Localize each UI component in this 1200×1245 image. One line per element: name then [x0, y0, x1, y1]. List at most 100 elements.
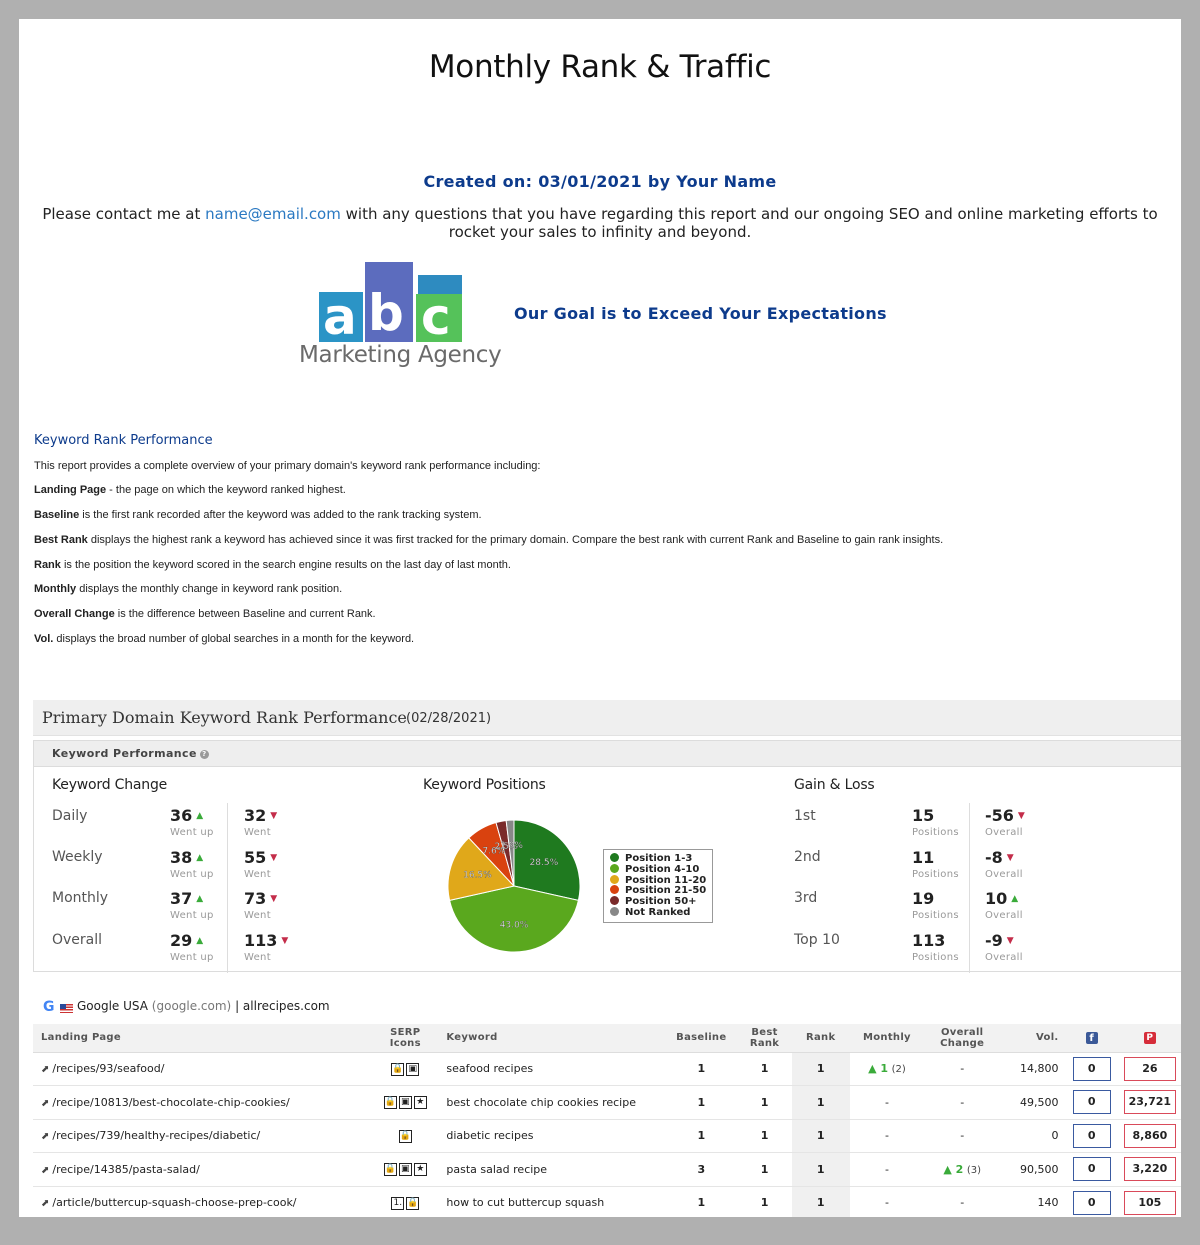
col-keyword[interactable]: Keyword [436, 1024, 666, 1053]
pinterest-count[interactable]: 3,220 [1123, 1157, 1176, 1182]
col-monthly[interactable]: Monthly [849, 1024, 925, 1053]
facebook-cell: 0 [1064, 1186, 1119, 1217]
def-term: Baseline [34, 509, 80, 521]
report-page: Monthly Rank & Traffic Created on: 03/01… [19, 19, 1181, 1217]
col-baseline[interactable]: Baseline [665, 1024, 738, 1053]
legend-item: Not Ranked [610, 906, 706, 918]
volume-cell: 0 [1000, 1119, 1065, 1153]
serp-feature-icon: ▣ [398, 1096, 412, 1109]
landing-page-cell[interactable]: ⬈/recipes/739/healthy-recipes/diabetic/ [33, 1119, 375, 1153]
external-link-icon[interactable]: ⬈ [41, 1098, 49, 1109]
pinterest-count[interactable]: 105 [1123, 1190, 1176, 1215]
stat-sub: Went [244, 827, 271, 838]
stat-value: 73 [244, 889, 267, 908]
stat-sub: Went [244, 910, 271, 921]
landing-page-link[interactable]: /recipe/10813/best-chocolate-chip-cookie… [52, 1096, 289, 1109]
overall-value: - [960, 1095, 965, 1109]
col-best-rank[interactable]: Best Rank [737, 1024, 792, 1053]
baseline-cell: 1 [665, 1186, 738, 1217]
monthly-value: - [884, 1162, 889, 1176]
pinterest-count[interactable]: 23,721 [1123, 1090, 1176, 1115]
table-row: ⬈/recipes/739/healthy-recipes/diabetic/ 🔒… [33, 1119, 1181, 1153]
kc-weekly-up: 38 ▲ Went up [170, 848, 214, 880]
logo-letter-a: a [323, 288, 357, 346]
contact-email-link[interactable]: name@email.com [205, 205, 341, 223]
divider [969, 803, 970, 973]
logo-letter-b: b [368, 284, 404, 342]
external-link-icon[interactable]: ⬈ [41, 1131, 49, 1142]
keyword-cell: how to cut buttercup squash [436, 1186, 666, 1217]
landing-page-link[interactable]: /recipe/14385/pasta-salad/ [52, 1163, 199, 1176]
overall-value: - [960, 1196, 965, 1210]
arrow-up-icon: ▲ [196, 936, 204, 946]
landing-page-cell[interactable]: ⬈/recipe/10813/best-chocolate-chip-cooki… [33, 1085, 375, 1120]
legend-dot [610, 853, 619, 862]
legend-label: Position 4-10 [625, 863, 700, 875]
col-rank[interactable]: Rank [791, 1024, 850, 1053]
def-text: displays the highest rank a keyword has … [87, 534, 944, 546]
engine-label: Google USA (google.com) | allrecipes.com [77, 999, 330, 1013]
def-vol: Vol. displays the broad number of global… [34, 633, 414, 645]
def-term: Vol. [34, 633, 54, 645]
legend-dot [610, 863, 619, 873]
facebook-count[interactable]: 0 [1072, 1190, 1111, 1215]
info-icon[interactable]: ? [199, 750, 209, 759]
serp-feature-icon: 🔒 [383, 1096, 397, 1109]
pinterest-count[interactable]: 8,860 [1123, 1123, 1176, 1148]
col-label: SERP [390, 1026, 421, 1038]
overall-change-cell: - [924, 1186, 1001, 1217]
legend-label: Position 21-50 [625, 885, 707, 897]
landing-page-link[interactable]: /article/buttercup-squash-choose-prep-co… [52, 1196, 296, 1209]
col-pinterest[interactable]: P [1118, 1024, 1181, 1053]
arrow-down-icon: ▼ [1017, 811, 1025, 821]
landing-page-cell[interactable]: ⬈/recipes/93/seafood/ [33, 1052, 375, 1086]
facebook-cell: 0 [1064, 1085, 1119, 1120]
baseline-cell: 1 [665, 1052, 738, 1086]
volume-cell: 140 [1000, 1186, 1065, 1217]
arrow-down-icon: ▼ [1006, 853, 1014, 863]
landing-page-link[interactable]: /recipes/93/seafood/ [52, 1062, 164, 1075]
def-term: Rank [34, 559, 61, 571]
gl-3rd-overall: 10 ▲ Overall [985, 889, 1023, 921]
facebook-count[interactable]: 0 [1072, 1123, 1111, 1148]
def-rank: Rank is the position the keyword scored … [34, 559, 511, 571]
arrow-up-icon: ▲ [196, 853, 204, 863]
table-row: ⬈/article/buttercup-squash-choose-prep-c… [33, 1186, 1181, 1217]
landing-page-cell[interactable]: ⬈/article/buttercup-squash-choose-prep-c… [33, 1186, 375, 1217]
external-link-icon[interactable]: ⬈ [41, 1064, 49, 1075]
landing-page-link[interactable]: /recipes/739/healthy-recipes/diabetic/ [52, 1129, 260, 1142]
pinterest-count[interactable]: 26 [1123, 1056, 1176, 1081]
divider [227, 803, 228, 973]
volume-cell: 14,800 [1000, 1052, 1065, 1086]
kc-label-daily: Daily [52, 808, 88, 824]
col-vol[interactable]: Vol. [1000, 1024, 1065, 1053]
external-link-icon[interactable]: ⬈ [41, 1198, 49, 1209]
col-facebook[interactable]: f [1064, 1024, 1119, 1053]
overall-context: (3) [966, 1164, 981, 1176]
facebook-cell: 0 [1064, 1152, 1119, 1187]
keyword-performance-box: Keyword Performance? Keyword Change Dail… [33, 740, 1181, 973]
external-link-icon[interactable]: ⬈ [41, 1165, 49, 1176]
facebook-count[interactable]: 0 [1072, 1157, 1111, 1182]
landing-page-cell[interactable]: ⬈/recipe/14385/pasta-salad/ [33, 1152, 375, 1187]
best-rank-cell: 1 [737, 1052, 792, 1086]
table-row: ⬈/recipe/10813/best-chocolate-chip-cooki… [33, 1085, 1181, 1120]
gl-label-2nd: 2nd [794, 849, 821, 865]
def-text: is the position the keyword scored in th… [60, 559, 511, 571]
col-landing-page[interactable]: Landing Page [33, 1024, 375, 1053]
col-serp-icons[interactable]: SERP Icons [374, 1024, 437, 1053]
kc-weekly-down: 55 ▼ Went [244, 848, 277, 880]
facebook-count[interactable]: 0 [1072, 1090, 1111, 1115]
stat-sub: Overall [985, 869, 1023, 880]
kc-label-weekly: Weekly [52, 849, 103, 865]
gl-label-1st: 1st [794, 808, 816, 824]
krp-intro: This report provides a complete overview… [34, 460, 541, 472]
col-overall-change[interactable]: Overall Change [924, 1024, 1001, 1053]
agency-logo: a b c Marketing Agency [297, 262, 507, 372]
gl-top10-pos: 113 Positions [912, 931, 959, 963]
facebook-count[interactable]: 0 [1072, 1056, 1111, 1081]
kc-overall-up: 29 ▲ Went up [170, 931, 214, 963]
keyword-cell: diabetic recipes [436, 1119, 666, 1153]
kc-daily-up: 36 ▲ Went up [170, 806, 214, 838]
monthly-value: - [884, 1095, 889, 1109]
